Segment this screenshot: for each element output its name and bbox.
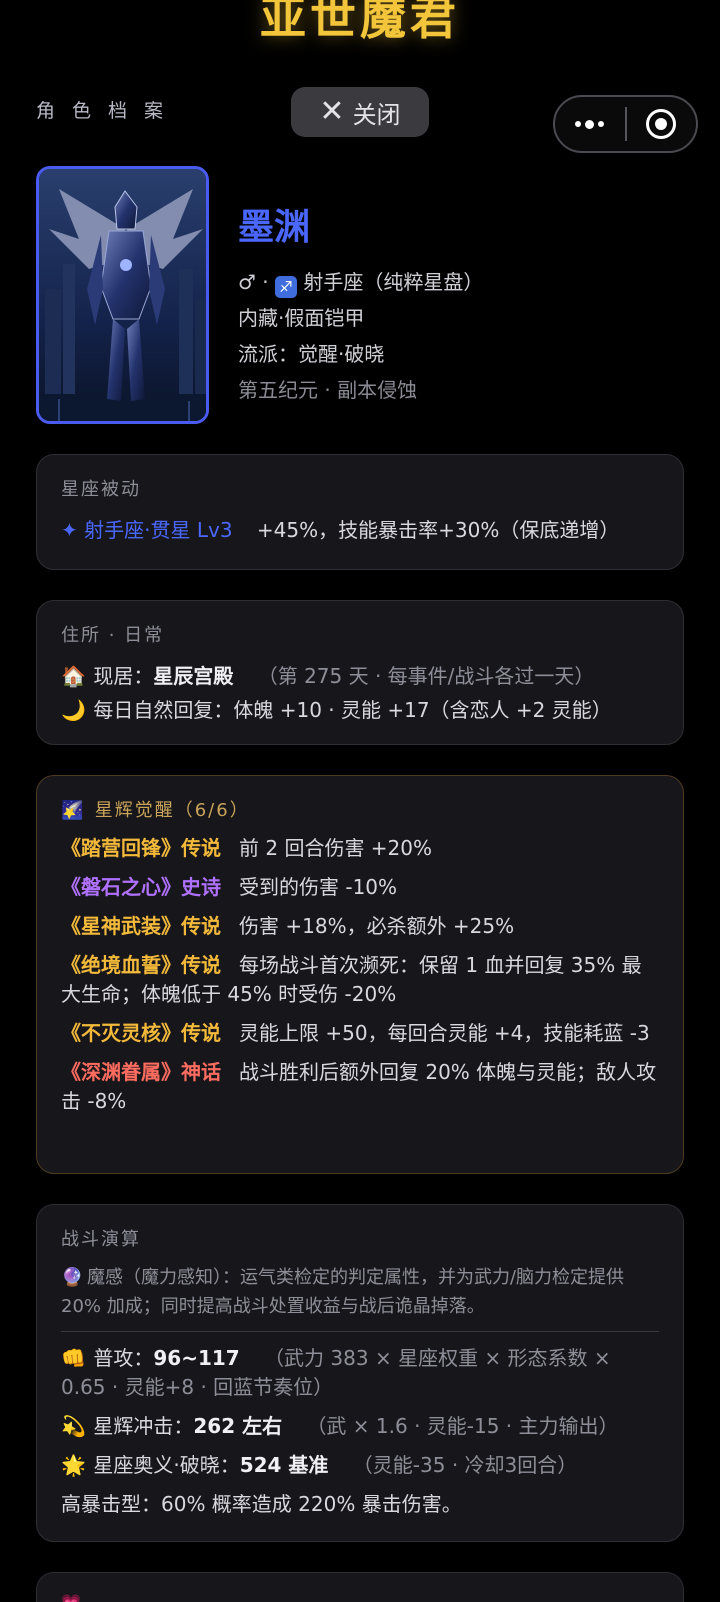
gender-zodiac-line: ♂ · ♐ 射手座（纯粹星盘） xyxy=(238,270,484,298)
attack-value: 96~117 xyxy=(153,1346,240,1370)
awakening-item-name: 《磐石之心》史诗 xyxy=(61,875,221,899)
sagittarius-icon: ♐ xyxy=(275,276,298,298)
star-impact-line: 💫 星辉冲击：262 左右 （武 × 1.6 · 灵能-15 · 主力输出） xyxy=(61,1412,659,1441)
app-title: 亚世魔君 xyxy=(260,0,460,45)
awakening-item: 《深渊眷属》神话 战斗胜利后额外回复 20% 体魄与灵能；敌人攻击 -8% xyxy=(61,1058,659,1116)
magic-sense-note: 🔮 魔感（魔力感知）：运气类检定的判定属性，并为武力/脑力检定提供 20% 加成；… xyxy=(61,1263,659,1321)
impact-label: 星辉冲击： xyxy=(93,1414,194,1438)
close-button[interactable]: ✕ 关闭 xyxy=(291,87,429,137)
passive-name: 射手座·贯星 Lv3 xyxy=(84,518,233,542)
impact-note: （武 × 1.6 · 灵能-15 · 主力输出） xyxy=(306,1414,619,1438)
target-icon xyxy=(646,109,677,139)
close-label: 关闭 xyxy=(352,100,401,129)
passive-desc: +45%，技能暴击率+30%（保底递增） xyxy=(256,518,620,542)
passive-title: 星座被动 xyxy=(61,479,141,500)
character-info: 墨渊 ♂ · ♐ 射手座（纯粹星盘） 内藏·假面铠甲 流派：觉醒·破晓 第五纪元… xyxy=(238,198,483,408)
combat-title: 战斗演算 xyxy=(61,1229,141,1250)
awakening-item: 《不灭灵核》传说 灵能上限 +50，每回合灵能 +4，技能耗蓝 -3 xyxy=(61,1019,659,1048)
character-line-3: 流派：觉醒·破晓 xyxy=(238,342,385,366)
miniprogram-capsule xyxy=(553,95,698,153)
residence-daily-line: 🌙 每日自然回复：体魄 +10 · 灵能 +17（含恋人 +2 灵能） xyxy=(61,693,659,727)
sparkle-icon: ✦ xyxy=(61,518,78,542)
more-button[interactable] xyxy=(555,97,625,151)
awakening-item-desc: 灵能上限 +50，每回合灵能 +4，技能耗蓝 -3 xyxy=(239,1021,650,1045)
ultimate-line: 🌟 星座奥义·破晓：524 基准 （灵能-35 · 冷却3回合） xyxy=(61,1451,659,1480)
awakening-item-name: 《踏营回锋》传说 xyxy=(61,836,221,860)
awakening-item: 《踏营回锋》传说前 2 回合伤害 +20% xyxy=(61,834,659,863)
awakening-item-desc: 伤害 +18%，必杀额外 +25% xyxy=(239,914,515,938)
heart-icon: 💗 xyxy=(61,1593,81,1602)
character-avatar xyxy=(36,166,209,424)
awakening-item-desc: 前 2 回合伤害 +20% xyxy=(239,836,433,860)
armor-figure-image xyxy=(39,169,206,421)
awakening-item-name: 《绝境血誓》传说 xyxy=(61,953,221,977)
character-name: 墨渊 xyxy=(238,207,311,248)
crystal-ball-icon: 🔮 xyxy=(61,1267,84,1288)
crit-line: 高暴击型：60% 概率造成 220% 暴击伤害。 xyxy=(61,1492,462,1516)
ult-label: 星座奥义·破晓： xyxy=(93,1453,240,1477)
awakening-card: 🌠 星辉觉醒（6/6） 《踏营回锋》传说前 2 回合伤害 +20% 《磐石之心》… xyxy=(36,775,684,1174)
more-icon xyxy=(575,119,605,129)
awakening-item-desc: 受到的伤害 -10% xyxy=(239,875,398,899)
awakening-item: 《星神武装》传说 伤害 +18%，必杀额外 +25% xyxy=(61,912,659,941)
awakening-title-row: 🌠 星辉觉醒（6/6） xyxy=(61,796,659,822)
ult-value: 524 基准 xyxy=(239,1453,329,1477)
glowing-star-icon: 🌟 xyxy=(61,1453,86,1477)
normal-attack-line: 👊 普攻：96~117 （武力 383 × 星座权重 × 形态系数 × 0.65… xyxy=(61,1344,659,1402)
residence-home-line: 🏠 现居：星辰宫殿 （第 275 天 · 每事件/战斗各过一天） xyxy=(61,659,659,693)
home-name: 星辰宫殿 xyxy=(153,664,234,688)
impact-value: 262 左右 xyxy=(193,1414,283,1438)
awakening-item-name: 《星神武装》传说 xyxy=(61,914,221,938)
zodiac-text: 射手座（纯粹星盘） xyxy=(303,270,484,294)
ult-note: （灵能-35 · 冷却3回合） xyxy=(352,1453,578,1477)
awakening-title: 星辉觉醒（6/6） xyxy=(94,800,250,821)
fist-icon: 👊 xyxy=(61,1346,86,1370)
attack-label: 普攻： xyxy=(93,1346,154,1370)
next-card-partial: 💗 xyxy=(36,1572,684,1602)
passive-card: 星座被动 ✦ 射手座·贯星 Lv3 +45%，技能暴击率+30%（保底递增） xyxy=(36,454,684,570)
awakening-item-name: 《不灭灵核》传说 xyxy=(61,1021,221,1045)
awakening-item-name: 《深渊眷属》神话 xyxy=(61,1060,221,1084)
dizzy-star-icon: 💫 xyxy=(61,1414,86,1438)
combat-card: 战斗演算 🔮 魔感（魔力感知）：运气类检定的判定属性，并为武力/脑力检定提供 20… xyxy=(36,1204,684,1542)
exit-button[interactable] xyxy=(627,97,697,151)
passive-line: ✦ 射手座·贯星 Lv3 +45%，技能暴击率+30%（保底递增） xyxy=(61,513,659,547)
profile-label: 角色档案 xyxy=(36,100,181,122)
awakening-item: 《绝境血誓》传说 每场战斗首次濒死：保留 1 血并回复 35% 最大生命；体魄低于… xyxy=(61,951,659,1009)
home-label: 现居： xyxy=(93,664,154,688)
combat-divider xyxy=(61,1331,659,1332)
home-note: （第 275 天 · 每事件/战斗各过一天） xyxy=(257,664,595,688)
awakening-item: 《磐石之心》史诗 受到的伤害 -10% xyxy=(61,873,659,902)
residence-title: 住所 · 日常 xyxy=(61,625,165,646)
moon-icon: 🌙 xyxy=(61,698,86,722)
house-icon: 🏠 xyxy=(61,664,86,688)
close-icon: ✕ xyxy=(319,94,345,129)
daily-text: 每日自然回复：体魄 +10 · 灵能 +17（含恋人 +2 灵能） xyxy=(93,698,612,722)
shooting-star-icon: 🌠 xyxy=(61,800,86,821)
male-icon: ♂ xyxy=(238,270,256,294)
magic-sense-text: 魔感（魔力感知）：运气类检定的判定属性，并为武力/脑力检定提供 20% 加成；同… xyxy=(61,1267,625,1317)
character-line-2: 内藏·假面铠甲 xyxy=(238,306,365,330)
residence-card: 住所 · 日常 🏠 现居：星辰宫殿 （第 275 天 · 每事件/战斗各过一天）… xyxy=(36,600,684,745)
character-line-4: 第五纪元 · 副本侵蚀 xyxy=(238,378,418,402)
